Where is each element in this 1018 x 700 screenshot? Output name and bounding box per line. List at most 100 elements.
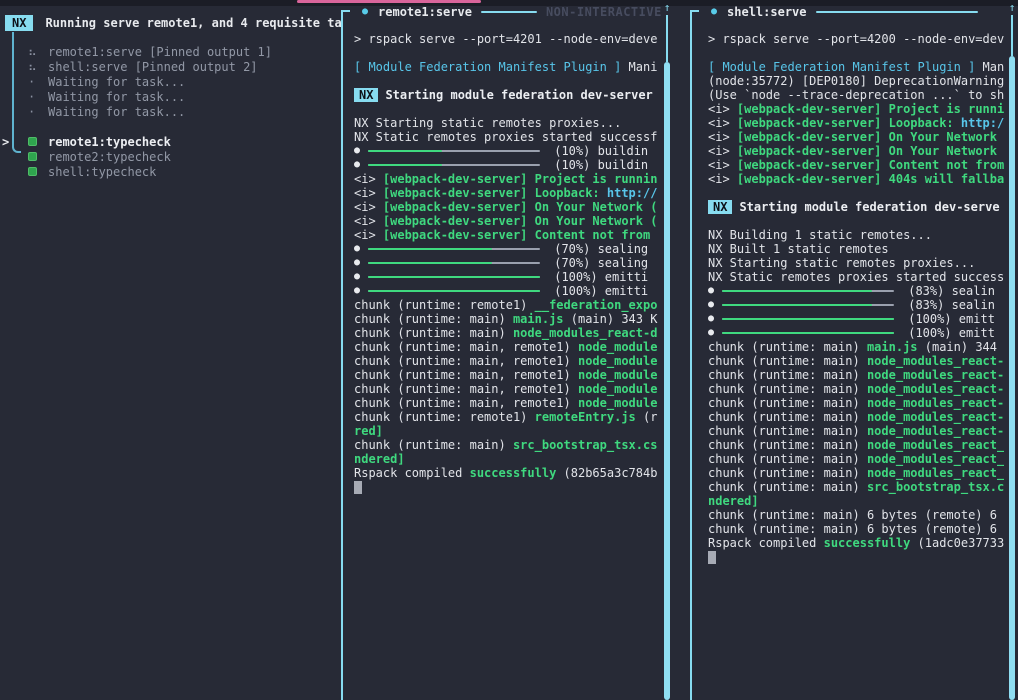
- terminal-line: Rspack compiled successfully (82b65a3c78…: [354, 466, 661, 480]
- text-segment: chunk (runtime: main, remote1): [354, 382, 578, 396]
- task-group: ⠦remote1:serve [Pinned output 1]⠦shell:s…: [0, 45, 341, 120]
- task-item[interactable]: ·Waiting for task...: [0, 105, 341, 120]
- task-item[interactable]: >remote1:typecheck: [0, 135, 341, 150]
- progress-text: (100%) emitt: [901, 326, 995, 340]
- text-segment: src_bootstrap_tsx.c: [867, 480, 1004, 494]
- text-segment: successfully: [470, 466, 557, 480]
- terminal-line: chunk (runtime: remote1) remoteEntry.js …: [354, 410, 661, 424]
- progress-bar-fill: [722, 290, 872, 292]
- text-segment: chunk (runtime: main): [708, 452, 867, 466]
- task-item[interactable]: ·Waiting for task...: [0, 75, 341, 90]
- terminal-line: <i> [webpack-dev-server] On Your Network: [708, 144, 1004, 158]
- terminal-pane-shell-serve[interactable]: ● shell:serve > rspack serve --port=4200…: [690, 0, 1018, 700]
- terminal-line: chunk (runtime: main) node_modules_react…: [708, 466, 1004, 480]
- terminal-line: <i> [webpack-dev-server] On Your Network: [708, 130, 1004, 144]
- text-segment: Man: [975, 60, 1004, 74]
- progress-text: (100%) emitti: [547, 270, 648, 284]
- terminal-line: ● (83%) sealin: [708, 284, 1004, 298]
- dot-icon: ·: [28, 90, 48, 105]
- badge-message: Starting module federation dev-serve: [739, 200, 999, 214]
- non-interactive-label: NON-INTERACTIVE: [546, 5, 662, 19]
- text-segment: [webpack-dev-server] On Your Network (: [383, 214, 658, 228]
- header-rule: [481, 11, 537, 13]
- terminal-line: <i> [webpack-dev-server] Content not fro…: [708, 158, 1004, 172]
- nx-logo-badge: NX: [5, 15, 33, 31]
- progress-bullet-icon: ●: [708, 298, 722, 312]
- scrollbar-thumb[interactable]: [1009, 56, 1015, 700]
- terminal-line: ndered]: [354, 452, 661, 466]
- task-label: remote1:serve [Pinned output 1]: [48, 45, 272, 60]
- text-segment: chunk (runtime: main): [354, 326, 513, 340]
- scrollbar-track[interactable]: [1011, 15, 1013, 56]
- terminal-pane-remote1-serve[interactable]: ● remote1:serve NON-INTERACTIVE > rspack…: [341, 0, 690, 700]
- text-segment: (82b65a3c784b: [556, 466, 657, 480]
- progress-bar: [722, 290, 894, 292]
- text-segment: node_modules_react-: [867, 368, 1004, 382]
- terminal-line: [708, 550, 1004, 564]
- scroll-up-icon[interactable]: ↑: [1007, 2, 1017, 14]
- task-status-square-icon: [28, 137, 37, 146]
- pinned-indicator-line: [297, 0, 481, 3]
- terminal-line: > rspack serve --port=4200 --node-env=de…: [708, 32, 1004, 46]
- scrollbar-thumb[interactable]: [664, 62, 670, 700]
- task-list-title: Running serve remote1, and 4 requisite t…: [45, 16, 341, 30]
- task-item[interactable]: shell:typecheck: [0, 165, 341, 180]
- text-segment: main.js: [513, 312, 564, 326]
- terminal-line: <i> [webpack-dev-server] 404s will fallb…: [708, 172, 1004, 186]
- terminal-line: ● (70%) sealing: [354, 242, 661, 256]
- text-segment: chunk (runtime: main): [708, 382, 867, 396]
- text-segment: node_modules_react-: [867, 354, 1004, 368]
- terminal-line: [ Module Federation Manifest Plugin ] Ma…: [354, 60, 661, 74]
- progress-bar-fill: [368, 164, 442, 166]
- progress-bar-fill: [722, 304, 872, 306]
- terminal-line: chunk (runtime: main) node_modules_react…: [708, 382, 1004, 396]
- text-segment: src_bootstrap_tsx.cs: [513, 438, 658, 452]
- terminal-line: NX Building 1 static remotes...: [708, 228, 1004, 242]
- text-segment: successfully: [824, 536, 911, 550]
- task-item[interactable]: remote2:typecheck: [0, 150, 341, 165]
- progress-bar-fill: [368, 276, 540, 278]
- scrollbar[interactable]: ↑: [1007, 2, 1017, 700]
- square-icon: [28, 150, 48, 165]
- progress-text: (70%) sealing: [547, 256, 648, 270]
- terminal-line: chunk (runtime: main) main.js (main) 344: [708, 340, 1004, 354]
- terminal-output: > rspack serve --port=4201 --node-env=de…: [354, 32, 661, 494]
- task-item[interactable]: ⠦remote1:serve [Pinned output 1]: [0, 45, 341, 60]
- terminal-line: [708, 214, 1004, 228]
- text-segment: node_modules_react-: [867, 382, 1004, 396]
- progress-text: (83%) sealin: [901, 284, 995, 298]
- text-segment: chunk (runtime: main, remote1): [354, 396, 578, 410]
- scroll-up-icon[interactable]: ↑: [662, 2, 672, 14]
- text-segment: chunk (runtime: main): [354, 312, 513, 326]
- task-item[interactable]: ·Waiting for task...: [0, 90, 341, 105]
- progress-bar-fill: [368, 262, 492, 264]
- task-label: Waiting for task...: [48, 105, 185, 120]
- terminal-line: [ Module Federation Manifest Plugin ] Ma…: [708, 60, 1004, 74]
- scrollbar[interactable]: ↑: [662, 2, 672, 700]
- text-segment: [webpack-dev-server] Project is runni: [737, 102, 1004, 116]
- task-item[interactable]: ⠦shell:serve [Pinned output 2]: [0, 60, 341, 75]
- scrollbar-track[interactable]: [666, 15, 668, 62]
- terminal-line: chunk (runtime: main, remote1) node_modu…: [354, 354, 661, 368]
- dot-icon: ·: [28, 75, 48, 90]
- text-segment: chunk (runtime: main): [708, 340, 867, 354]
- progress-bar: [368, 150, 540, 152]
- text-segment: [webpack-dev-server] On Your Network: [737, 144, 997, 158]
- pane-header: ● remote1:serve NON-INTERACTIVE: [341, 4, 674, 19]
- text-segment: NX Built 1 static remotes: [708, 242, 889, 256]
- text-segment: ndered]: [354, 452, 405, 466]
- terminal-line: ndered]: [708, 494, 1004, 508]
- text-segment: node_modules_react-: [867, 396, 1004, 410]
- terminal-line: red]: [354, 424, 661, 438]
- text-segment: [webpack-dev-server] Loopback:: [383, 186, 607, 200]
- task-label: remote2:typecheck: [48, 150, 171, 165]
- text-segment: node_module: [578, 396, 657, 410]
- status-bullet-icon: ●: [362, 6, 368, 17]
- task-label: shell:serve [Pinned output 2]: [48, 60, 258, 75]
- text-segment: node_module: [578, 382, 657, 396]
- terminal-line: > rspack serve --port=4201 --node-env=de…: [354, 32, 661, 46]
- terminal-line: chunk (runtime: main) node_modules_react…: [708, 368, 1004, 382]
- terminal-line: <i> [webpack-dev-server] On Your Network…: [354, 200, 661, 214]
- text-segment: chunk (runtime: main): [708, 354, 867, 368]
- task-list-panel[interactable]: NX Running serve remote1, and 4 requisit…: [0, 0, 341, 700]
